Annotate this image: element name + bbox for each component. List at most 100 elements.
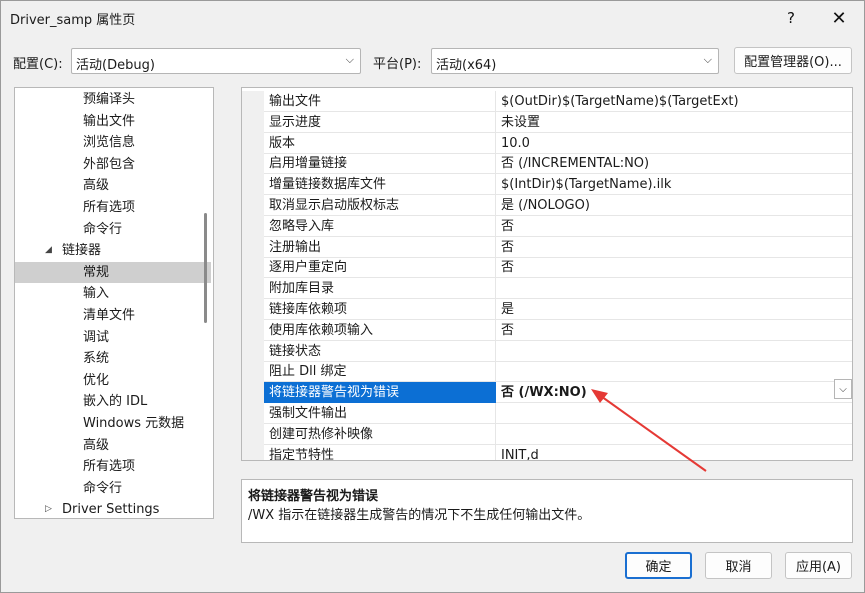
property-name[interactable]: 输出文件 bbox=[264, 91, 496, 112]
tree-item[interactable]: ▷ Driver Settings bbox=[15, 499, 211, 518]
grid-row[interactable]: 注册输出否 bbox=[242, 236, 852, 258]
tree-item[interactable]: 常规 bbox=[15, 261, 211, 283]
property-name[interactable]: 取消显示启动版权标志 bbox=[264, 195, 496, 216]
grid-row[interactable]: 附加库目录 bbox=[242, 278, 852, 300]
property-name[interactable]: 链接状态 bbox=[264, 340, 496, 362]
tree-item[interactable]: 外部包含 bbox=[15, 154, 211, 175]
apply-button[interactable]: 应用(A) bbox=[785, 552, 852, 579]
tree-item[interactable]: 命令行 bbox=[15, 478, 211, 499]
property-name[interactable]: 指定节特性 bbox=[264, 444, 496, 460]
tree-item[interactable]: 浏览信息 bbox=[15, 132, 211, 153]
tree-item[interactable]: 嵌入的 IDL bbox=[15, 391, 211, 412]
property-name[interactable]: 附加库目录 bbox=[264, 278, 496, 300]
tree-item[interactable]: 输入 bbox=[15, 283, 211, 304]
config-label: 配置(C): bbox=[13, 57, 63, 72]
tree-item[interactable]: 优化 bbox=[15, 370, 211, 391]
property-grid[interactable]: 输出文件 $(OutDir)$(TargetName)$(TargetExt) 显示… bbox=[241, 87, 853, 461]
grid-row[interactable]: 忽略导入库否 bbox=[242, 215, 852, 237]
property-value[interactable]: $(OutDir)$(TargetName)$(TargetExt) bbox=[496, 91, 852, 112]
tree-item-label: 浏览信息 bbox=[83, 135, 136, 151]
property-value[interactable] bbox=[496, 403, 852, 424]
property-value[interactable] bbox=[496, 424, 852, 445]
grid-row[interactable]: 将链接器警告视为错误否 (/WX:NO) bbox=[242, 382, 852, 404]
tree-item-label: 高级 bbox=[83, 437, 110, 453]
property-name[interactable]: 启用增量链接 bbox=[264, 153, 496, 175]
row-gutter bbox=[242, 91, 264, 112]
close-button[interactable]: ✕ bbox=[819, 5, 859, 31]
property-name[interactable]: 将链接器警告视为错误 bbox=[264, 382, 496, 404]
tree-item-label: 链接器 bbox=[62, 243, 102, 259]
tree-item[interactable]: 所有选项 bbox=[15, 197, 211, 218]
property-value[interactable] bbox=[496, 361, 852, 383]
property-value[interactable]: 是 bbox=[496, 299, 852, 320]
grid-row[interactable]: 逐用户重定向否 bbox=[242, 257, 852, 279]
value-dropdown-button[interactable]: ⌵ bbox=[834, 379, 852, 399]
property-value[interactable]: $(IntDir)$(TargetName).ilk bbox=[496, 174, 852, 196]
grid-row[interactable]: 版本 10.0 bbox=[242, 132, 852, 154]
tree-item[interactable]: 输出文件 bbox=[15, 111, 211, 132]
grid-row[interactable]: 增量链接数据库文件 $(IntDir)$(TargetName).ilk bbox=[242, 174, 852, 196]
property-value[interactable]: 否 bbox=[496, 257, 852, 279]
tree-item[interactable]: 命令行 bbox=[15, 219, 211, 240]
grid-row[interactable]: 输出文件 $(OutDir)$(TargetName)$(TargetExt) bbox=[242, 91, 852, 112]
platform-select[interactable]: 活动(x64) ⌵ bbox=[431, 48, 719, 74]
property-name[interactable]: 注册输出 bbox=[264, 236, 496, 258]
tree-item-label: Driver Settings bbox=[62, 502, 160, 518]
property-name[interactable]: 版本 bbox=[264, 132, 496, 154]
collapsed-arrow-icon[interactable]: ▷ bbox=[45, 499, 52, 518]
grid-row[interactable]: 显示进度 未设置 bbox=[242, 111, 852, 133]
property-value[interactable]: 否 (/WX:NO) bbox=[496, 382, 852, 404]
property-value[interactable]: 否 bbox=[496, 216, 852, 237]
tree-item[interactable]: 清单文件 bbox=[15, 305, 211, 326]
property-name[interactable]: 增量链接数据库文件 bbox=[264, 174, 496, 196]
cancel-button[interactable]: 取消 bbox=[705, 552, 772, 579]
tree-item[interactable]: 高级 bbox=[15, 435, 211, 456]
ok-button[interactable]: 确定 bbox=[625, 552, 692, 579]
grid-row[interactable]: 使用库依赖项输入否 bbox=[242, 319, 852, 341]
property-value[interactable]: 否 bbox=[496, 237, 852, 258]
config-manager-button[interactable]: 配置管理器(O)... bbox=[734, 47, 852, 74]
tree-scrollbar-thumb[interactable] bbox=[204, 213, 207, 323]
help-button[interactable]: ? bbox=[771, 5, 811, 31]
window-title: Driver_samp 属性页 bbox=[10, 13, 136, 28]
tree-item[interactable]: 系统 bbox=[15, 348, 211, 369]
property-name[interactable]: 逐用户重定向 bbox=[264, 257, 496, 279]
tree-item[interactable]: 调试 bbox=[15, 327, 211, 348]
grid-row[interactable]: 阻止 Dll 绑定 bbox=[242, 361, 852, 383]
property-value[interactable]: 10.0 bbox=[496, 133, 852, 154]
property-name[interactable]: 链接库依赖项 bbox=[264, 299, 496, 320]
property-value[interactable]: 否 bbox=[496, 320, 852, 341]
property-name[interactable]: 显示进度 bbox=[264, 111, 496, 133]
grid-row[interactable]: 创建可热修补映像 bbox=[242, 423, 852, 445]
property-tree[interactable]: 预编译头 输出文件 浏览信息 外部包含 高级 所有选项 命令行 ◢ 链接器 常规 输入 清单文件 调试系… bbox=[14, 87, 214, 519]
tree-item[interactable]: ◢ 链接器 bbox=[15, 240, 211, 261]
property-value[interactable] bbox=[496, 341, 852, 362]
property-name[interactable]: 忽略导入库 bbox=[264, 215, 496, 237]
property-name[interactable]: 阻止 Dll 绑定 bbox=[264, 361, 496, 383]
grid-row[interactable]: 强制文件输出 bbox=[242, 403, 852, 424]
grid-row[interactable]: 取消显示启动版权标志是 (/NOLOGO) bbox=[242, 195, 852, 216]
grid-row[interactable]: 链接库依赖项是 bbox=[242, 299, 852, 320]
property-name[interactable]: 创建可热修补映像 bbox=[264, 423, 496, 445]
tree-item[interactable]: 高级 bbox=[15, 175, 211, 196]
row-gutter bbox=[242, 361, 264, 383]
property-value[interactable]: 未设置 bbox=[496, 112, 852, 133]
tree-item[interactable]: Windows 元数据 bbox=[15, 413, 211, 434]
property-value[interactable]: INIT,d bbox=[496, 445, 852, 460]
row-gutter bbox=[242, 111, 264, 133]
tree-item[interactable]: 所有选项 bbox=[15, 456, 211, 477]
property-value[interactable]: 否 (/INCREMENTAL:NO) bbox=[496, 153, 852, 175]
property-value[interactable] bbox=[496, 278, 852, 300]
property-name[interactable]: 使用库依赖项输入 bbox=[264, 319, 496, 341]
chevron-down-icon: ⌵ bbox=[345, 53, 354, 66]
property-value[interactable]: 是 (/NOLOGO) bbox=[496, 195, 852, 216]
property-name[interactable]: 强制文件输出 bbox=[264, 403, 496, 424]
tree-item-label: 所有选项 bbox=[83, 200, 136, 215]
grid-row[interactable]: 启用增量链接否 (/INCREMENTAL:NO) bbox=[242, 153, 852, 175]
grid-row[interactable]: 指定节特性 INIT,d bbox=[242, 444, 852, 460]
expanded-arrow-icon[interactable]: ◢ bbox=[45, 240, 52, 261]
grid-row[interactable]: 链接状态 bbox=[242, 340, 852, 362]
config-select[interactable]: 活动(Debug) ⌵ bbox=[71, 48, 361, 74]
chevron-down-icon: ⌵ bbox=[703, 53, 712, 66]
tree-item[interactable]: 预编译头 bbox=[15, 89, 211, 110]
